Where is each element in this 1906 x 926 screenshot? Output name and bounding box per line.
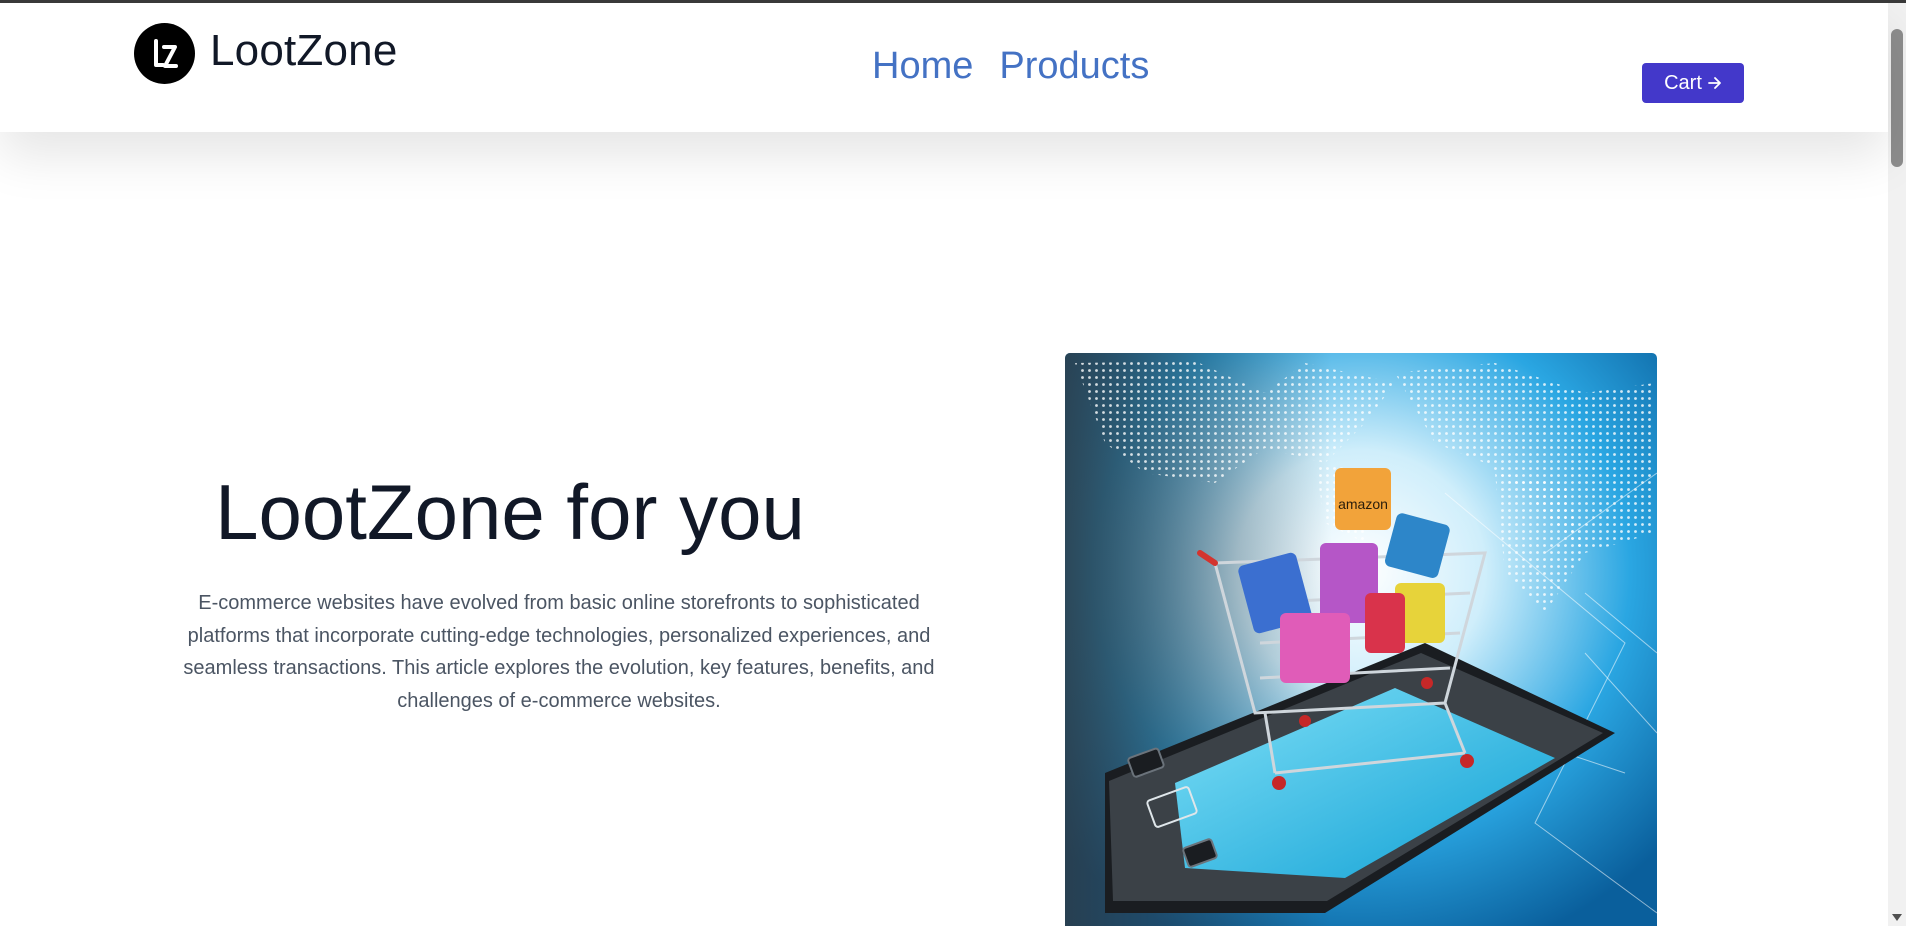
cart-button[interactable]: Cart xyxy=(1642,63,1744,103)
lz-logo-icon xyxy=(134,23,195,84)
brand-logo[interactable]: LootZone xyxy=(134,23,398,84)
site-header: LootZone Home Products Cart xyxy=(0,3,1888,132)
arrow-right-icon xyxy=(1707,77,1721,89)
svg-text:amazon: amazon xyxy=(1338,496,1388,512)
cart-button-label: Cart xyxy=(1664,71,1702,94)
hero-title: LootZone for you xyxy=(215,468,805,556)
nav-link-products[interactable]: Products xyxy=(999,47,1149,85)
hero-image: amazon xyxy=(1065,353,1657,926)
main-nav: Home Products xyxy=(872,47,1149,85)
nav-link-home[interactable]: Home xyxy=(872,47,973,85)
hero-description: E-commerce websites have evolved from ba… xyxy=(183,592,935,712)
scroll-down-arrow-icon[interactable] xyxy=(1892,914,1902,921)
page-scrollbar[interactable] xyxy=(1888,3,1906,926)
brand-name: LootZone xyxy=(210,25,398,75)
scrollbar-thumb[interactable] xyxy=(1891,29,1903,167)
